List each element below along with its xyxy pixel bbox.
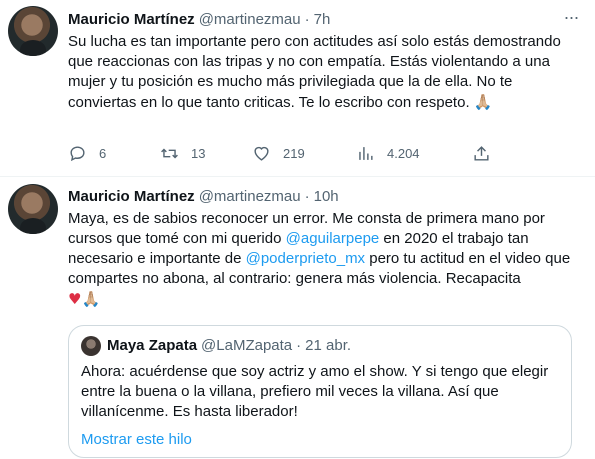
tweet-time: 21 abr. [305,337,352,354]
reply-icon [70,146,85,162]
reply-button[interactable]: 6 [68,144,106,163]
tweet-time[interactable]: 7h [314,10,331,30]
separator-dot: · [304,11,310,28]
tweet-header: Mauricio Martínez @martinezmau · 7h [68,10,581,30]
avatar[interactable] [8,6,58,56]
quoted-tweet-text: Ahora: acuérdense que soy actriz y amo e… [81,363,549,420]
separator-dot: · [304,188,310,205]
views-icon [359,147,373,160]
views-count: 4.204 [387,146,420,161]
pray-emoji: 🙏🏼 [81,290,101,308]
author-name: Maya Zapata [107,337,198,354]
avatar[interactable] [8,184,58,234]
share-icon [474,146,489,161]
retweet-button[interactable]: 13 [160,144,205,163]
like-count: 219 [283,146,305,161]
red-heart-emoji: ♥ [68,290,82,308]
heart-icon [254,146,269,161]
author-handle[interactable]: @martinezmau [199,187,301,207]
quoted-tweet-header: Maya Zapata @LaMZapata · 21 abr. [81,336,559,356]
author-handle[interactable]: @martinezmau [199,10,301,30]
separator-dot: · [296,337,302,354]
author-handle: @LaMZapata [201,337,293,354]
ellipsis-icon[interactable]: ··· [561,8,581,30]
tweet-content: Mauricio Martínez @martinezmau · 7h ··· … [68,8,581,113]
tweet-header: Mauricio Martínez @martinezmau · 10h [68,187,581,207]
tweet[interactable]: Mauricio Martínez @martinezmau · 7h ··· … [0,0,595,177]
tweet-text: Maya, es de sabios reconocer un error. M… [68,209,581,310]
mention-link[interactable]: @aguilarpepe [286,230,380,247]
avatar[interactable] [81,336,101,356]
tweet-actions: 6 13 219 4.204 [68,144,498,164]
show-thread-link[interactable]: Mostrar este hilo [81,430,559,450]
mention-link[interactable]: @poderprieto_mx [246,250,365,267]
author-name[interactable]: Mauricio Martínez [68,187,195,207]
share-button[interactable] [472,144,491,163]
pray-emoji: 🙏🏼 [473,93,493,111]
like-button[interactable]: 219 [252,144,305,163]
tweet-content: Mauricio Martínez @martinezmau · 10h May… [68,187,581,310]
quoted-tweet[interactable]: Maya Zapata @LaMZapata · 21 abr. Ahora: … [68,325,572,458]
views-button[interactable]: 4.204 [356,144,420,163]
reply-count: 6 [99,146,107,161]
author-name[interactable]: Mauricio Martínez [68,10,195,30]
retweet-count: 13 [191,146,206,161]
tweet-text: Su lucha es tan importante pero con acti… [68,32,581,113]
tweet-time[interactable]: 10h [314,187,339,207]
retweet-icon [161,148,178,159]
